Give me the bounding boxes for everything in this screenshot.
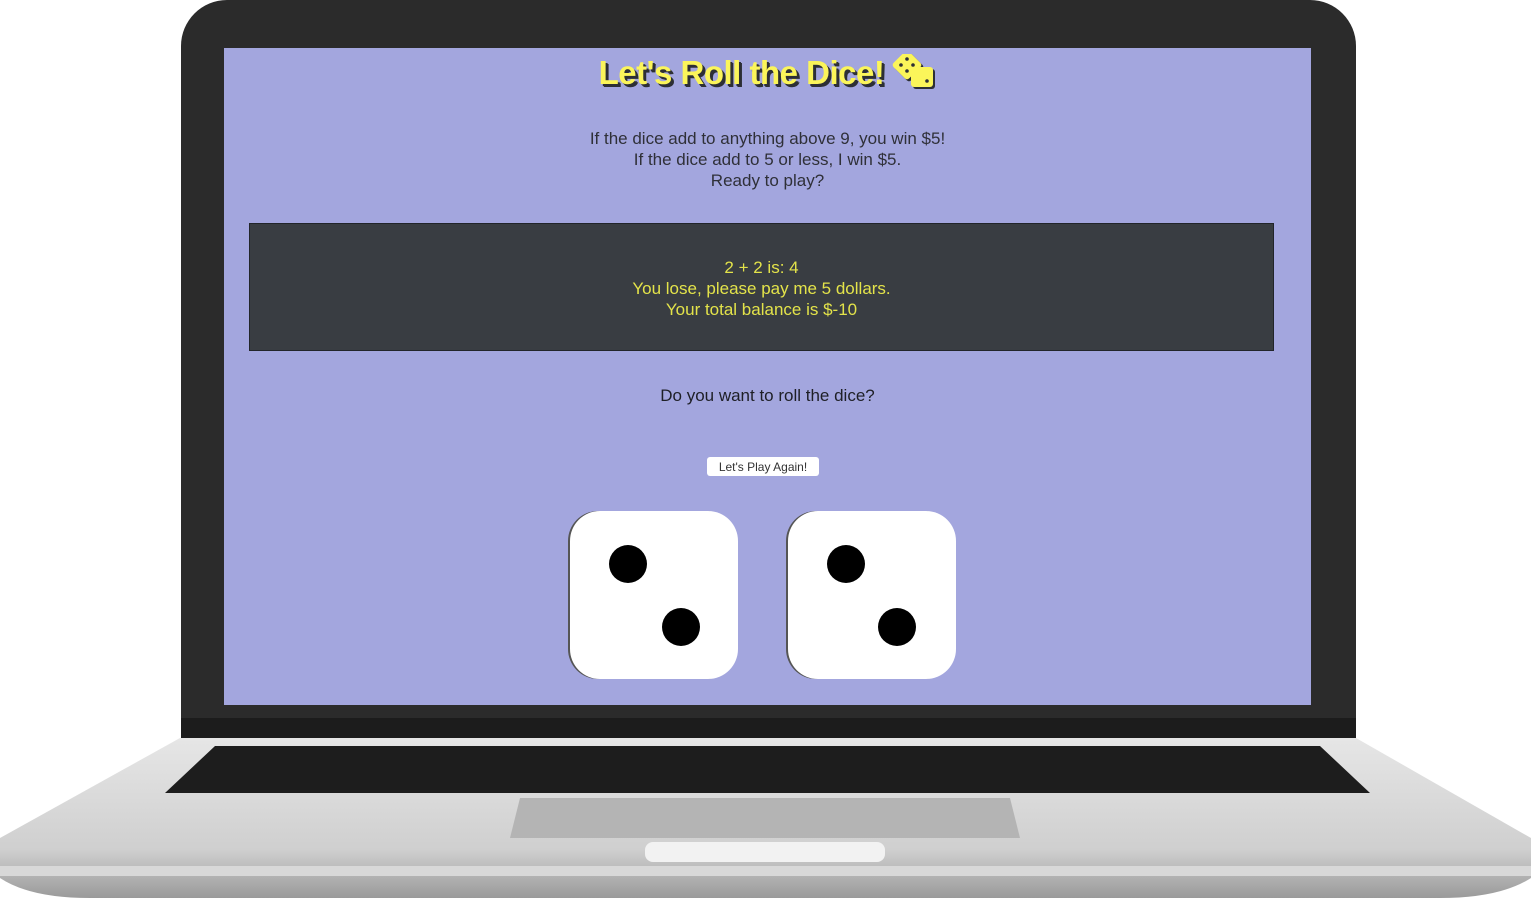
result-outcome: You lose, please pay me 5 dollars. (632, 279, 891, 298)
result-panel: 2 + 2 is: 4 You lose, please pay me 5 do… (249, 223, 1274, 351)
rule-line: Ready to play? (710, 171, 825, 190)
laptop-hinge (181, 718, 1356, 740)
play-again-button[interactable]: Let's Play Again! (707, 457, 819, 476)
rules-text: If the dice add to anything above 9, you… (224, 128, 1311, 191)
die-pip (827, 545, 865, 583)
page-title-text: Let's Roll the Dice! (598, 54, 885, 91)
result-sum: 2 + 2 is: 4 (724, 258, 799, 277)
browser-screen: Let's Roll the Dice! If the dice add to … (224, 48, 1311, 705)
roll-question: Do you want to roll the dice? (660, 386, 875, 405)
die-2 (788, 511, 956, 679)
die-pip (878, 608, 916, 646)
die-pip (662, 608, 700, 646)
dice-icon (893, 50, 936, 89)
rule-line: If the dice add to 5 or less, I win $5. (633, 150, 902, 169)
page-title: Let's Roll the Dice! (224, 50, 1311, 92)
die-1 (570, 511, 738, 679)
laptop-keyboard-base (0, 738, 1531, 898)
die-pip (609, 545, 647, 583)
rule-line: If the dice add to anything above 9, you… (589, 129, 946, 148)
result-balance: Your total balance is $-10 (665, 300, 858, 319)
